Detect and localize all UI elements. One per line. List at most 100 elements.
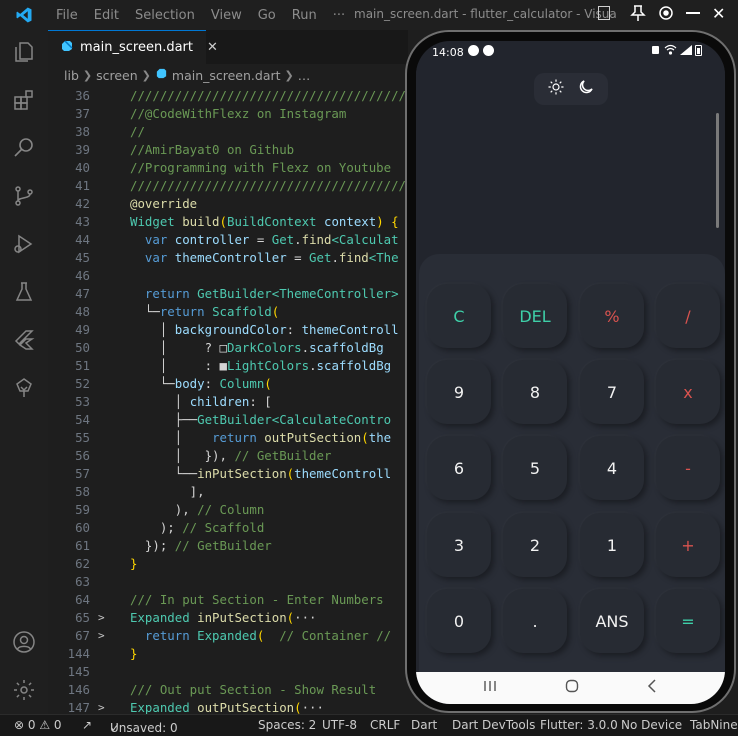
search-icon[interactable] [10, 134, 38, 162]
key-multiply-button[interactable]: x [656, 360, 720, 424]
code-line[interactable]: 63 [48, 573, 412, 591]
run-debug-icon[interactable] [10, 230, 38, 258]
code-line[interactable]: 62} [48, 555, 412, 573]
code-line[interactable]: 46 [48, 267, 412, 285]
key-clear-button[interactable]: C [427, 284, 491, 348]
theme-toggle[interactable] [534, 73, 608, 105]
code-line[interactable]: 61 }); // GetBuilder [48, 537, 412, 555]
key-0-button[interactable]: 0 [427, 589, 491, 653]
tab-main-screen-dart[interactable]: main_screen.dart ✕ [48, 30, 218, 64]
code-line[interactable]: 145 [48, 663, 412, 681]
key-minus-button[interactable]: - [656, 436, 720, 500]
recents-icon[interactable] [483, 680, 497, 696]
screenshot-icon[interactable] [658, 5, 674, 25]
code-line[interactable]: 51 │ : ■LightColors.scaffoldBg [48, 357, 412, 375]
account-icon[interactable] [10, 628, 38, 656]
menu-file[interactable]: File [48, 8, 86, 23]
breadcrumb-symbol[interactable]: … [298, 68, 311, 83]
breadcrumb-lib[interactable]: lib [64, 68, 79, 83]
back-icon[interactable] [646, 679, 658, 697]
tabnine-status[interactable]: TabNine: [690, 718, 738, 732]
key-5-button[interactable]: 5 [503, 436, 567, 500]
indentation-status[interactable]: Spaces: 2 [258, 718, 316, 732]
code-line[interactable]: 57 └──inPutSection(themeControll [48, 465, 412, 483]
key-9-button[interactable]: 9 [427, 360, 491, 424]
code-line[interactable]: 65 > Expanded inPutSection(··· [48, 609, 412, 627]
code-line[interactable]: 44 var controller = Get.find<Calculat [48, 231, 412, 249]
restore-icon[interactable] [598, 6, 610, 20]
key-delete-button[interactable]: DEL [503, 284, 567, 348]
close-icon[interactable]: ✕ [712, 4, 725, 23]
fold-chevron-icon[interactable]: > [98, 627, 105, 645]
key-4-button[interactable]: 4 [580, 436, 644, 500]
code-line[interactable]: 45 var themeController = Get.find<The [48, 249, 412, 267]
menu-more[interactable]: ··· [325, 8, 353, 23]
code-line[interactable]: 64 /// In put Section - Enter Numbers [48, 591, 412, 609]
code-editor[interactable]: 36//////////////////////////////////////… [48, 86, 412, 714]
language-mode[interactable]: Dart [411, 718, 437, 732]
key-2-button[interactable]: 2 [503, 513, 567, 577]
source-control-icon[interactable] [10, 182, 38, 210]
key-plus-button[interactable]: + [656, 513, 720, 577]
menu-go[interactable]: Go [250, 8, 284, 23]
code-line[interactable]: 67 > return Expanded( // Container // [48, 627, 412, 645]
flutter-version-status[interactable]: Flutter: 3.0.0 [540, 718, 618, 732]
home-icon[interactable] [565, 679, 579, 697]
key-equals-button[interactable]: = [656, 589, 720, 653]
display-scrollbar[interactable] [716, 113, 719, 228]
encoding-status[interactable]: UTF-8 [322, 718, 357, 732]
code-line[interactable]: 56 │ }), // GetBuilder [48, 447, 412, 465]
flutter-icon[interactable] [10, 326, 38, 354]
code-line[interactable]: 53 │ children: [ [48, 393, 412, 411]
code-line[interactable]: 146 /// Out put Section - Show Result [48, 681, 412, 699]
remote-tree-icon[interactable] [10, 374, 38, 402]
menu-edit[interactable]: Edit [86, 8, 127, 23]
problems-indicator[interactable]: ⊗ 0 ⚠ 0 [14, 718, 62, 732]
code-line[interactable]: 147 > Expanded outPutSection(··· [48, 699, 412, 714]
code-line[interactable]: 47 return GetBuilder<ThemeController> [48, 285, 412, 303]
explorer-icon[interactable] [10, 38, 38, 66]
moon-icon[interactable] [577, 78, 595, 100]
testing-icon[interactable] [10, 278, 38, 306]
key-answer-button[interactable]: ANS [580, 589, 644, 653]
code-line[interactable]: 55 │ return outPutSection(the [48, 429, 412, 447]
key-divide-button[interactable]: / [656, 284, 720, 348]
extensions-icon[interactable] [10, 86, 38, 114]
settings-gear-icon[interactable] [10, 676, 38, 704]
breadcrumb-file[interactable]: main_screen.dart [172, 68, 281, 83]
code-line[interactable]: 43 Widget build(BuildContext context) { [48, 213, 412, 231]
code-line[interactable]: 41 //////////////////////////////////////… [48, 177, 412, 195]
tab-close-icon[interactable]: ✕ [207, 40, 218, 55]
menu-run[interactable]: Run [284, 8, 325, 23]
key-7-button[interactable]: 7 [580, 360, 644, 424]
code-line[interactable]: 42 @override [48, 195, 412, 213]
code-line[interactable]: 39 //AmirBayat0 on Github [48, 141, 412, 159]
device-status[interactable]: No Device [621, 718, 682, 732]
pin-icon[interactable] [630, 4, 646, 26]
breadcrumb-screen[interactable]: screen [96, 68, 138, 83]
code-line[interactable]: 52 └─body: Column( [48, 375, 412, 393]
key-6-button[interactable]: 6 [427, 436, 491, 500]
minimize-icon[interactable] [686, 12, 700, 14]
live-share-icon[interactable]: ↗ [82, 718, 92, 732]
code-line[interactable]: 60 ); // Scaffold [48, 519, 412, 537]
code-line[interactable]: 144} [48, 645, 412, 663]
menu-view[interactable]: View [203, 8, 250, 23]
code-line[interactable]: 48 └─return Scaffold( [48, 303, 412, 321]
code-line[interactable]: 50 │ ? □DarkColors.scaffoldBg [48, 339, 412, 357]
fold-chevron-icon[interactable]: > [98, 699, 105, 714]
code-line[interactable]: 36 //////////////////////////////////////… [48, 87, 412, 105]
key-3-button[interactable]: 3 [427, 513, 491, 577]
dart-devtools-status[interactable]: Dart DevTools [452, 718, 535, 732]
code-line[interactable]: 59 ), // Column [48, 501, 412, 519]
code-line[interactable]: 38 // [48, 123, 412, 141]
fold-chevron-icon[interactable]: > [98, 609, 105, 627]
key-1-button[interactable]: 1 [580, 513, 644, 577]
menu-selection[interactable]: Selection [127, 8, 203, 23]
key-8-button[interactable]: 8 [503, 360, 567, 424]
code-line[interactable]: 54 ├──GetBuilder<CalculateContro [48, 411, 412, 429]
key-percent-button[interactable]: % [580, 284, 644, 348]
sun-icon[interactable] [547, 78, 565, 100]
key-decimal-button[interactable]: . [503, 589, 567, 653]
code-line[interactable]: 58 ], [48, 483, 412, 501]
